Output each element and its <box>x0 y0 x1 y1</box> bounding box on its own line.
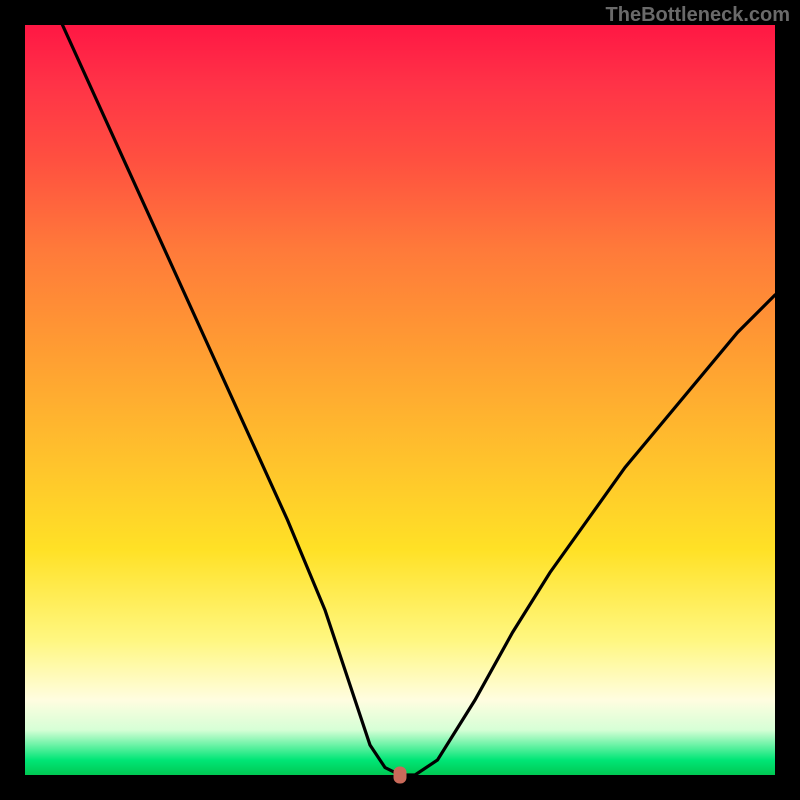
plot-area <box>25 25 775 775</box>
bottleneck-curve <box>63 25 776 775</box>
curve-svg <box>25 25 775 775</box>
watermark-text: TheBottleneck.com <box>606 4 790 27</box>
optimal-point-marker <box>394 767 407 784</box>
